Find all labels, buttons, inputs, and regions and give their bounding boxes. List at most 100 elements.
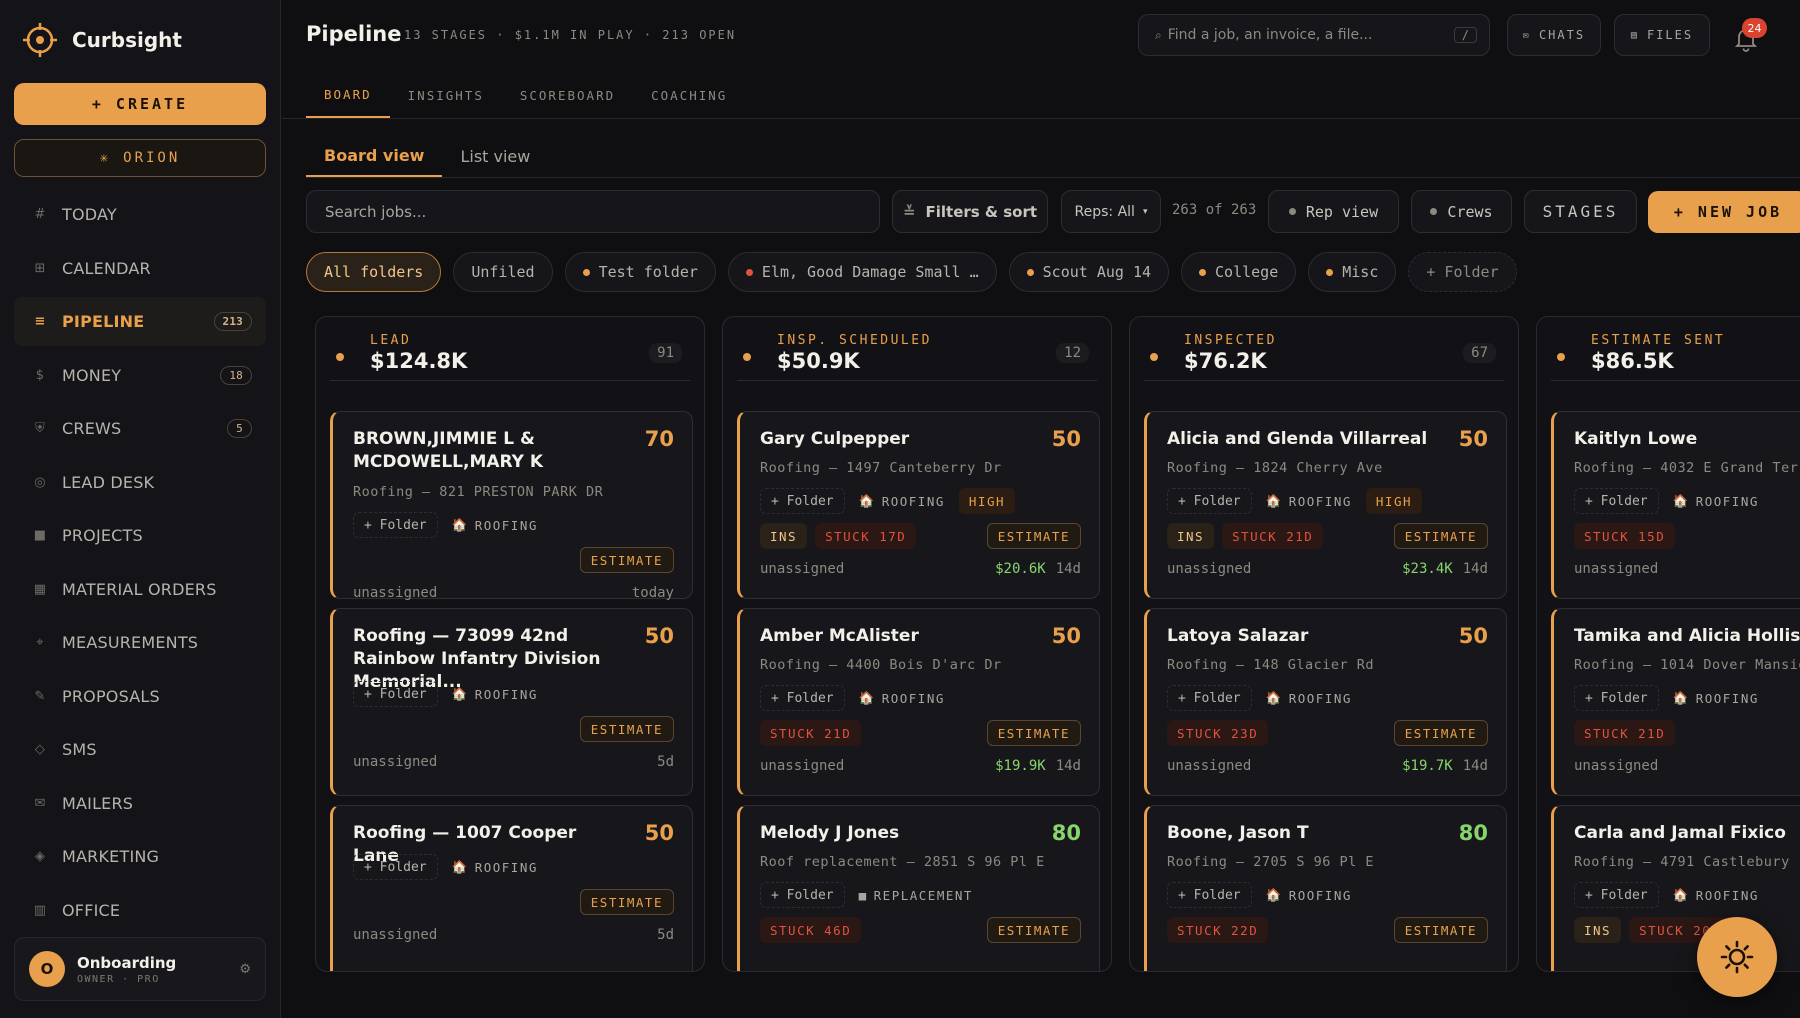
column-header: LEAD $124.8K 91 xyxy=(330,331,690,381)
money-icon: $ xyxy=(35,367,45,383)
sidebar-item-pipeline[interactable]: ≡ PIPELINE 213 xyxy=(14,297,266,346)
tab-coaching[interactable]: COACHING xyxy=(633,72,745,118)
view-list-view[interactable]: List view xyxy=(442,135,548,177)
sidebar-item-calendar[interactable]: ⊞ CALENDAR xyxy=(14,244,266,293)
job-card[interactable]: Boone, Jason T 80 Roofing — 2705 S 96 Pl E… xyxy=(1144,805,1507,971)
reps-select[interactable]: Reps: All ▾ xyxy=(1061,190,1161,233)
add-folder-button[interactable]: + Folder xyxy=(1167,685,1252,711)
job-title: Latoya Salazar xyxy=(1167,626,1309,646)
house-icon: 🏠 xyxy=(1265,690,1283,705)
folder-chip[interactable]: College xyxy=(1181,252,1297,292)
priority-badge: HIGH xyxy=(958,488,1015,514)
sidebar-item-office[interactable]: ▥ OFFICE xyxy=(14,886,266,935)
sidebar-item-crews[interactable]: ⛨ CREWS 5 xyxy=(14,404,266,453)
user-card[interactable]: O Onboarding OWNER · PRO ⚙ xyxy=(14,937,266,1001)
job-card[interactable]: Gary Culpepper 50 Roofing — 1497 Canteberr… xyxy=(737,411,1100,599)
folder-chip[interactable]: Test folder xyxy=(564,252,716,292)
sidebar-item-sms[interactable]: ◇ SMS xyxy=(14,725,266,774)
job-type-tag: ■ REPLACEMENT xyxy=(853,882,979,908)
estimate-stage-badge[interactable]: ESTIMATE xyxy=(1393,917,1488,943)
rep-view-button[interactable]: Rep view xyxy=(1268,190,1399,233)
tab-board[interactable]: BOARD xyxy=(306,72,390,118)
sidebar-item-lead-desk[interactable]: ◎ LEAD DESK xyxy=(14,458,266,507)
job-card[interactable]: Roofing — 1007 Cooper Lane 50 + Folder 🏠 ROO… xyxy=(330,805,693,971)
create-button[interactable]: + CREATE xyxy=(14,83,266,125)
avatar: O xyxy=(29,951,65,987)
estimate-stage-badge[interactable]: ESTIMATE xyxy=(986,523,1081,549)
folder-chip[interactable]: Elm, Good Damage Small … xyxy=(727,252,997,292)
job-score: 50 xyxy=(1458,624,1488,648)
sidebar-item-today[interactable]: # TODAY xyxy=(14,190,266,239)
sidebar-item-material-orders[interactable]: ▦ MATERIAL ORDERS xyxy=(14,565,266,614)
estimate-stage-badge[interactable]: ESTIMATE xyxy=(1393,720,1488,746)
sidebar-item-proposals[interactable]: ✎ PROPOSALS xyxy=(14,672,266,721)
add-folder-chip[interactable]: + Folder xyxy=(1408,252,1517,292)
sidebar-item-marketing[interactable]: ◈ MARKETING xyxy=(14,832,266,881)
folder-chip[interactable]: All folders xyxy=(306,252,442,292)
job-search-input[interactable]: Search jobs... xyxy=(306,190,880,233)
job-card[interactable]: Alicia and Glenda Villarreal 50 Roofing — … xyxy=(1144,411,1507,599)
job-card[interactable]: Melody J Jones 80 Roof replacement — 2851 … xyxy=(737,805,1100,971)
global-search[interactable]: ⌕ Find a job, an invoice, a file... / xyxy=(1138,14,1490,56)
files-button[interactable]: ▤ FILES xyxy=(1614,14,1710,56)
job-card[interactable]: Amber McAlister 50 Roofing — 4400 Bois D'a… xyxy=(737,608,1100,796)
job-card[interactable]: Kaitlyn Lowe Roofing — 4032 E Grand Terra… xyxy=(1551,411,1800,599)
estimate-stage-badge[interactable]: ESTIMATE xyxy=(579,889,674,915)
sidebar-item-measurements[interactable]: ⌖ MEASUREMENTS xyxy=(14,618,266,667)
new-job-button[interactable]: + NEW JOB xyxy=(1648,191,1800,233)
job-card[interactable]: Tamika and Alicia Hollis Roofing — 1014 D… xyxy=(1551,608,1800,796)
stuck-badge: STUCK 23D xyxy=(1167,720,1269,746)
add-folder-button[interactable]: + Folder xyxy=(1167,488,1252,514)
job-type-label: ROOFING xyxy=(1288,493,1352,509)
add-folder-button[interactable]: + Folder xyxy=(1574,685,1659,711)
crews-toggle[interactable]: Crews xyxy=(1411,190,1512,233)
stage-dot xyxy=(1150,353,1158,361)
estimate-stage-badge[interactable]: ESTIMATE xyxy=(1393,523,1488,549)
stages-button[interactable]: STAGES xyxy=(1524,190,1637,233)
job-card[interactable]: Latoya Salazar 50 Roofing — 148 Glacier Rd… xyxy=(1144,608,1507,796)
job-tags-row: + Folder 🏠 ROOFING xyxy=(1574,882,1765,908)
add-folder-button[interactable]: + Folder xyxy=(1574,488,1659,514)
folder-chip[interactable]: Unfiled xyxy=(453,252,553,292)
sidebar-item-badge: 5 xyxy=(227,419,252,438)
add-folder-button[interactable]: + Folder xyxy=(760,488,845,514)
brand[interactable]: Curbsight xyxy=(22,22,182,58)
folder-chip[interactable]: Scout Aug 14 xyxy=(1008,252,1170,292)
job-type-label: ROOFING xyxy=(1695,493,1759,509)
job-footer: unassigned 5d xyxy=(353,754,674,770)
global-search-placeholder: Find a job, an invoice, a file... xyxy=(1167,27,1373,43)
sidebar-item-projects[interactable]: ■ PROJECTS xyxy=(14,511,266,560)
estimate-stage-badge[interactable]: ESTIMATE xyxy=(986,720,1081,746)
add-folder-button[interactable]: + Folder xyxy=(1167,882,1252,908)
add-folder-button[interactable]: + Folder xyxy=(353,854,438,880)
job-value: $23.4K xyxy=(1402,561,1453,577)
gear-icon[interactable]: ⚙ xyxy=(239,962,251,977)
job-card[interactable]: Roofing — 73099 42nd Rainbow Infantry Di… xyxy=(330,608,693,796)
job-type-tag: 🏠 ROOFING xyxy=(1667,685,1765,711)
chats-button[interactable]: ✉ CHATS xyxy=(1507,14,1601,56)
filters-sort-button[interactable]: ≚ Filters & sort xyxy=(892,190,1048,233)
estimate-stage-badge[interactable]: ESTIMATE xyxy=(579,547,674,573)
estimate-stage-badge[interactable]: ESTIMATE xyxy=(579,716,674,742)
sidebar-item-money[interactable]: $ MONEY 18 xyxy=(14,351,266,400)
column-count: 12 xyxy=(1056,343,1089,363)
tab-scoreboard[interactable]: SCOREBOARD xyxy=(502,72,633,118)
job-age: 5d xyxy=(657,754,674,770)
folder-chip[interactable]: Misc xyxy=(1308,252,1397,292)
job-card[interactable]: BROWN,JIMMIE L & MCDOWELL,MARY K 70 Roofin… xyxy=(330,411,693,601)
add-folder-button[interactable]: + Folder xyxy=(760,685,845,711)
theme-toggle-button[interactable] xyxy=(1697,917,1777,997)
add-folder-button[interactable]: + Folder xyxy=(760,882,845,908)
add-folder-button[interactable]: + Folder xyxy=(353,681,438,707)
job-assignee: unassigned xyxy=(1167,561,1252,577)
sidebar-item-mailers[interactable]: ✉ MAILERS xyxy=(14,779,266,828)
sidebar-item-label: OFFICE xyxy=(62,900,121,920)
reps-select-value: Reps: All xyxy=(1074,203,1135,220)
job-score: 80 xyxy=(1051,821,1081,845)
estimate-stage-badge[interactable]: ESTIMATE xyxy=(986,917,1081,943)
orion-button[interactable]: ✳ ORION xyxy=(14,139,266,177)
view-board-view[interactable]: Board view xyxy=(306,135,443,177)
tab-insights[interactable]: INSIGHTS xyxy=(390,72,502,118)
add-folder-button[interactable]: + Folder xyxy=(1574,882,1659,908)
add-folder-button[interactable]: + Folder xyxy=(353,512,438,538)
